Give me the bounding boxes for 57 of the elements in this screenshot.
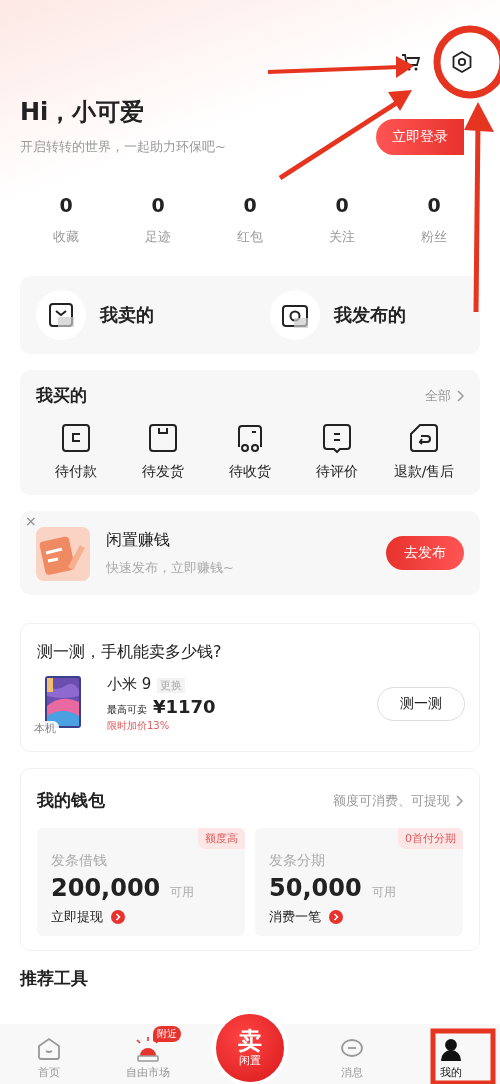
settings-icon[interactable]: [450, 50, 474, 74]
stat-value[interactable]: 0: [335, 194, 349, 216]
section-title: 我的钱包: [37, 789, 105, 812]
stat-value[interactable]: 0: [427, 194, 441, 216]
credit-name: 发条借钱: [51, 852, 108, 870]
order-label[interactable]: 待收货: [229, 463, 271, 481]
banner-subtitle: 快速发布，立即赚钱~: [106, 558, 235, 577]
tab-item[interactable]: 我的: [415, 1026, 486, 1080]
shortcut-label[interactable]: 我发布的: [334, 303, 406, 327]
credit-amount: 200,000: [51, 874, 161, 902]
phone-model: 小米 9: [107, 675, 152, 694]
chevron-icon: [456, 389, 464, 402]
order-label[interactable]: 待付款: [55, 463, 97, 481]
note-pen-icon: [36, 525, 90, 581]
comment-icon[interactable]: [322, 423, 352, 453]
credit-action[interactable]: 立即提现: [51, 908, 103, 926]
credit-badge: 额度高: [198, 828, 245, 849]
price-label: 最高可卖: [107, 703, 147, 717]
camera-icon[interactable]: [270, 290, 320, 340]
amount-unit: 可用: [371, 884, 396, 901]
section-title: 我买的: [36, 384, 87, 407]
shortcut-label[interactable]: 我卖的: [100, 303, 154, 327]
banner-title: 闲置赚钱: [106, 529, 171, 551]
login-button[interactable]: 立即登录: [376, 119, 464, 155]
chevron-icon: [455, 794, 463, 807]
test-button[interactable]: 测一测: [377, 687, 465, 721]
section-title: 推荐工具: [18, 967, 89, 990]
credit-amount: 50,000: [269, 874, 362, 902]
arrow-circle-icon: [329, 910, 343, 924]
return-icon[interactable]: [409, 423, 439, 453]
publish-button[interactable]: 去发布: [386, 536, 464, 570]
credit-action[interactable]: 消费一笔: [269, 908, 321, 926]
stat-value[interactable]: 0: [243, 194, 257, 216]
nearby-badge: 附近: [153, 1026, 182, 1042]
credit-badge: 0首付分期: [398, 828, 463, 849]
home-icon: [36, 1036, 63, 1062]
stat-value[interactable]: 0: [151, 194, 165, 216]
credit-card[interactable]: 额度高 发条借钱 200,000 可用 立即提现: [37, 828, 245, 936]
order-label[interactable]: 待发货: [142, 463, 184, 481]
highlight-frame: [430, 1028, 496, 1084]
credit-card[interactable]: 0首付分期 发条分期 50,000 可用 消费一笔: [255, 828, 463, 936]
truck-icon[interactable]: [235, 423, 265, 453]
order-label[interactable]: 待评价: [316, 463, 358, 481]
box-icon[interactable]: [148, 423, 178, 453]
credit-name: 发条分期: [269, 852, 326, 870]
order-label[interactable]: 退款/售后: [393, 463, 455, 481]
stat-value[interactable]: 0: [59, 194, 73, 216]
greeting: Hi，小可爱: [20, 97, 146, 128]
arrow-circle-icon: [111, 910, 125, 924]
promo-text: 限时加价13%: [107, 719, 171, 733]
device-tag: 本机: [31, 721, 59, 736]
price: ¥1170: [153, 696, 216, 717]
amount-unit: 可用: [170, 884, 195, 901]
close-button[interactable]: ×: [25, 513, 37, 529]
tab-item[interactable]: 附近 自由市场: [113, 1026, 184, 1080]
bag-icon[interactable]: [36, 290, 86, 340]
card-title: 测一测，手机能卖多少钱?: [37, 642, 223, 663]
